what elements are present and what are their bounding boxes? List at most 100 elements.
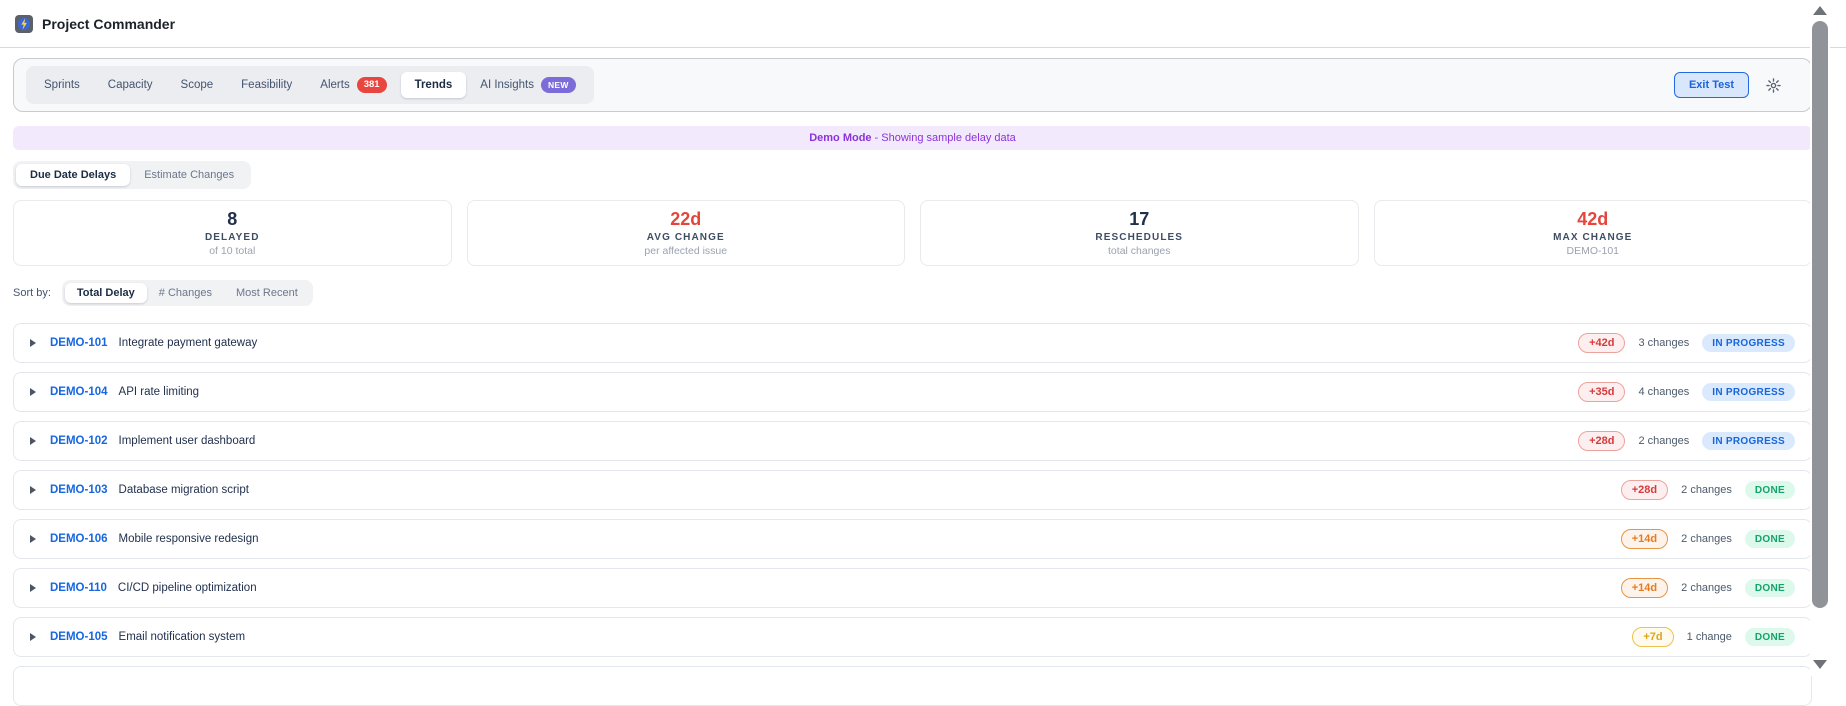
scrollbar-thumb[interactable] (1812, 21, 1828, 608)
issue-list: DEMO-101 Integrate payment gateway +42d … (13, 323, 1812, 706)
scrollbar[interactable] (1810, 0, 1830, 676)
toggle-estimate-changes[interactable]: Estimate Changes (130, 164, 248, 186)
delay-badge: +28d (1620, 480, 1669, 500)
stat-value: 42d (1577, 209, 1609, 229)
tab-ai-insights[interactable]: AI Insights NEW (466, 70, 589, 99)
page-title: Project Commander (42, 16, 176, 32)
delay-badge: +42d (1578, 333, 1626, 353)
changes-count: 2 changes (1638, 435, 1690, 447)
expand-caret-icon[interactable] (30, 388, 36, 396)
stat-subtext: of 10 total (209, 245, 256, 257)
stat-value: 17 (1129, 209, 1150, 229)
issue-summary: Integrate payment gateway (118, 337, 258, 349)
expand-caret-icon[interactable] (30, 339, 36, 347)
delay-badge: +7d (1632, 627, 1674, 647)
issue-key[interactable]: DEMO-101 (50, 337, 108, 349)
issue-row-demo-105[interactable]: DEMO-105 Email notification system +7d 1… (13, 617, 1812, 657)
issue-key[interactable]: DEMO-102 (50, 435, 108, 447)
issue-summary: Mobile responsive redesign (118, 533, 259, 545)
changes-count: 2 changes (1681, 484, 1732, 496)
tab-trends[interactable]: Trends (400, 71, 467, 98)
tab-capacity[interactable]: Capacity (94, 72, 167, 98)
issue-key[interactable]: DEMO-104 (50, 386, 108, 398)
tab-scope[interactable]: Scope (167, 72, 228, 98)
sort-num-changes[interactable]: # Changes (147, 283, 224, 303)
status-badge: DONE (1744, 530, 1795, 548)
issue-row-demo-103[interactable]: DEMO-103 Database migration script +28d … (13, 470, 1812, 510)
changes-count: 3 changes (1638, 337, 1690, 349)
stat-card-max-change: 42d MAX CHANGE DEMO-101 (1373, 200, 1812, 266)
app-header: Project Commander (0, 0, 1846, 34)
view-toggle-group: Due Date Delays Estimate Changes (13, 161, 252, 189)
issue-key[interactable]: DEMO-106 (50, 533, 108, 545)
issue-row-demo-102[interactable]: DEMO-102 Implement user dashboard +28d 2… (13, 421, 1812, 461)
expand-caret-icon[interactable] (30, 633, 36, 641)
issue-key[interactable]: DEMO-110 (50, 582, 107, 594)
issue-key[interactable]: DEMO-103 (50, 484, 108, 496)
tab-alerts[interactable]: Alerts 381 (306, 70, 400, 99)
demo-mode-banner: Demo Mode - Showing sample delay data (13, 126, 1812, 150)
stat-subtext: DEMO-101 (1566, 245, 1619, 257)
stat-card-reschedules: 17 RESCHEDULES total changes (920, 200, 1359, 266)
stat-label: MAX CHANGE (1553, 232, 1633, 243)
sort-by-label: Sort by: (13, 287, 51, 299)
changes-count: 4 changes (1638, 386, 1690, 398)
tab-sprints[interactable]: Sprints (30, 72, 94, 98)
issue-summary: Email notification system (118, 631, 246, 643)
changes-count: 1 change (1686, 631, 1732, 643)
delay-badge: +28d (1578, 431, 1626, 451)
stats-row: 8 DELAYED of 10 total 22d AVG CHANGE per… (13, 200, 1812, 266)
status-badge: DONE (1744, 628, 1795, 646)
issue-summary: Implement user dashboard (118, 435, 256, 447)
issue-row-demo-110[interactable]: DEMO-110 CI/CD pipeline optimization +14… (13, 568, 1812, 608)
stat-card-avg-change: 22d AVG CHANGE per affected issue (466, 200, 905, 266)
issue-row-partial[interactable] (13, 666, 1812, 706)
tab-feasibility[interactable]: Feasibility (227, 72, 306, 98)
sort-option-group: Total Delay # Changes Most Recent (61, 280, 313, 306)
stat-subtext: per affected issue (644, 245, 728, 257)
delay-badge: +14d (1620, 529, 1669, 549)
status-badge: DONE (1744, 579, 1795, 597)
delay-badge: +14d (1620, 578, 1669, 598)
stat-card-delayed: 8 DELAYED of 10 total (13, 200, 452, 266)
status-badge: IN PROGRESS (1702, 432, 1795, 450)
status-badge: IN PROGRESS (1702, 383, 1795, 401)
stat-subtext: total changes (1108, 245, 1171, 257)
issue-row-demo-104[interactable]: DEMO-104 API rate limiting +35d 4 change… (13, 372, 1812, 412)
stat-value: 8 (227, 209, 238, 229)
issue-row-demo-101[interactable]: DEMO-101 Integrate payment gateway +42d … (13, 323, 1812, 363)
toggle-due-date-delays[interactable]: Due Date Delays (16, 164, 131, 186)
issue-summary: Database migration script (118, 484, 249, 496)
expand-caret-icon[interactable] (30, 486, 36, 494)
scroll-down-arrow-icon[interactable] (1813, 660, 1827, 669)
expand-caret-icon[interactable] (30, 584, 36, 592)
changes-count: 2 changes (1681, 582, 1732, 594)
status-badge: DONE (1744, 481, 1795, 499)
tab-bar: Sprints Capacity Scope Feasibility Alert… (13, 58, 1812, 112)
issue-summary: API rate limiting (118, 386, 200, 398)
issue-row-demo-106[interactable]: DEMO-106 Mobile responsive redesign +14d… (13, 519, 1812, 559)
sort-most-recent[interactable]: Most Recent (224, 283, 310, 303)
expand-caret-icon[interactable] (30, 437, 36, 445)
scroll-up-arrow-icon[interactable] (1813, 6, 1827, 15)
demo-mode-banner-text: - Showing sample delay data (874, 132, 1016, 144)
alerts-count-badge: 381 (356, 77, 387, 93)
stat-value: 22d (670, 209, 702, 229)
delay-badge: +35d (1578, 382, 1626, 402)
stat-label: DELAYED (204, 232, 260, 243)
stat-label: AVG CHANGE (646, 232, 725, 243)
tab-group: Sprints Capacity Scope Feasibility Alert… (26, 66, 594, 104)
demo-mode-banner-bold: Demo Mode (809, 132, 872, 144)
gear-icon[interactable] (1766, 77, 1781, 93)
new-badge: NEW (540, 77, 576, 93)
stat-label: RESCHEDULES (1095, 232, 1184, 243)
status-badge: IN PROGRESS (1702, 334, 1795, 352)
sort-total-delay[interactable]: Total Delay (64, 283, 147, 303)
exit-test-button[interactable]: Exit Test (1673, 72, 1749, 98)
issue-key[interactable]: DEMO-105 (50, 631, 108, 643)
app-logo-lightning-icon (15, 15, 33, 33)
changes-count: 2 changes (1681, 533, 1732, 545)
header-divider (0, 47, 1846, 48)
expand-caret-icon[interactable] (30, 535, 36, 543)
issue-summary: CI/CD pipeline optimization (117, 582, 257, 594)
